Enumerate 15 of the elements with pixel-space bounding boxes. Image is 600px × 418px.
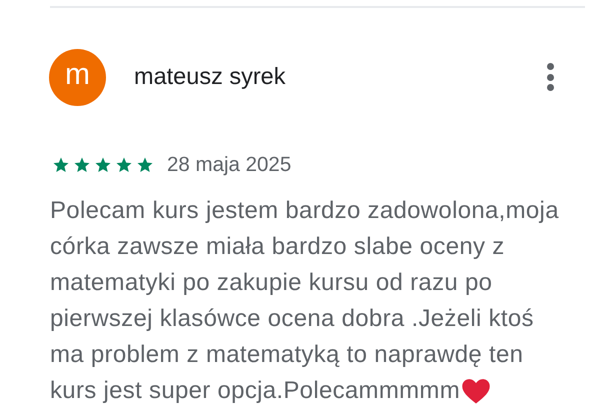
star-icon: [94, 156, 112, 174]
author-name: mateusz syrek: [134, 62, 286, 92]
review-text-line: Polecam kurs jestem bardzo zadowolona,moja: [50, 196, 559, 226]
review-date: 28 maja 2025: [167, 152, 292, 178]
review-text-line: ma problem z matematyką to naprawdę ten: [50, 340, 524, 370]
review-text-line: kurs jest super opcja.Polecammmmm: [50, 376, 460, 406]
review-text-line: pierwszej klasówce ocena dobra .Jeżeli ktoś: [50, 304, 534, 334]
star-icon: [52, 156, 70, 174]
star-icon: [115, 156, 133, 174]
star-icon: [73, 156, 91, 174]
avatar: m: [49, 48, 106, 106]
heart-icon: [461, 376, 492, 405]
review-text-line: córka zawsze miała bardzo slabe oceny z: [50, 232, 505, 262]
review-text-line: matematyki po zakupie kursu od razu po: [50, 268, 492, 298]
star-icon: [136, 156, 154, 174]
